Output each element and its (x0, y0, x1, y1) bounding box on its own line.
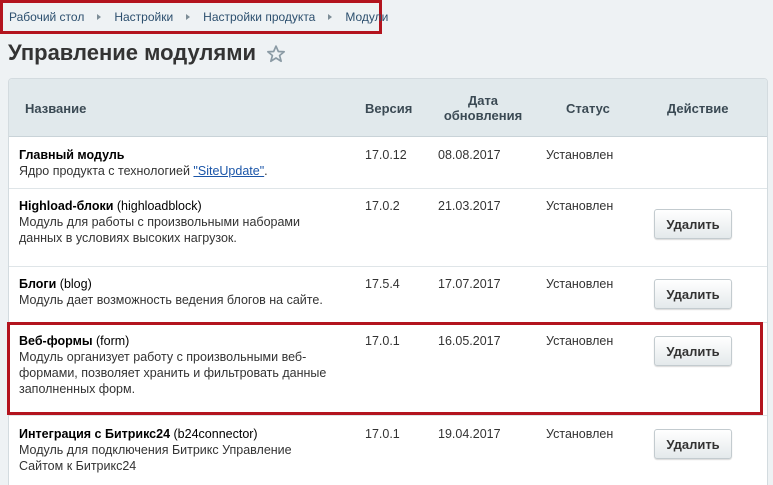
module-version: 17.0.1 (365, 427, 400, 441)
header-version: Версия (365, 100, 413, 116)
module-description-line: заполненных форм. (19, 382, 136, 396)
delete-button[interactable]: Удалить (654, 336, 732, 366)
delete-button[interactable]: Удалить (654, 429, 732, 459)
module-status: Установлен (546, 277, 614, 291)
module-name: Интеграция с Битрикс24 (19, 427, 171, 441)
module-status: Установлен (546, 334, 614, 348)
breadcrumb-product-settings[interactable]: Настройки продукта (203, 10, 315, 24)
module-description-line: Модуль для работы с произвольными набора… (19, 215, 301, 229)
modules-table: Название Версия Дата обновления Статус Д… (8, 78, 768, 485)
page-title-wrap: Управление модулями (8, 40, 286, 66)
module-description: Модуль дает возможность ведения блогов н… (19, 292, 323, 308)
module-description: Модуль организует работу с произвольными… (19, 349, 326, 397)
module-description: Модуль для подключения Битрикс Управлени… (19, 442, 292, 474)
breadcrumb-arrow-icon (328, 14, 333, 20)
module-cell: Главный модуль Ядро продукта с технологи… (19, 148, 268, 179)
module-cell: Highload-блоки (highloadblock) Модуль дл… (19, 199, 300, 246)
header-name: Название (25, 100, 87, 116)
breadcrumb-settings[interactable]: Настройки (114, 10, 173, 24)
table-row: Веб-формы (form) Модуль организует работ… (9, 324, 767, 416)
module-date: 16.05.2017 (438, 334, 501, 348)
module-status: Установлен (546, 427, 614, 441)
module-description-line: Модуль для подключения Битрикс Управлени… (19, 443, 292, 457)
module-code: (highloadblock) (116, 199, 202, 213)
header-date-line1: Дата (467, 93, 499, 108)
module-description-line: Сайтом к Битрикс24 (19, 459, 137, 473)
module-version: 17.0.1 (365, 334, 400, 348)
module-name: Веб-формы (19, 334, 93, 348)
table-header: Название Версия Дата обновления Статус Д… (9, 79, 767, 137)
breadcrumb-arrow-icon (97, 14, 102, 20)
table-row: Highload-блоки (highloadblock) Модуль дл… (9, 189, 767, 267)
module-status: Установлен (546, 148, 614, 162)
module-description-text: Ядро продукта с технологией (19, 164, 194, 178)
module-name: Highload-блоки (19, 199, 114, 213)
module-date: 08.08.2017 (438, 148, 501, 162)
module-version: 17.0.12 (365, 148, 407, 162)
module-cell: Интеграция с Битрикс24 (b24connector) Мо… (19, 427, 292, 474)
module-description-line: Модуль дает возможность ведения блогов н… (19, 293, 323, 307)
breadcrumb-desktop[interactable]: Рабочий стол (9, 10, 84, 24)
table-row: Главный модуль Ядро продукта с технологи… (9, 138, 767, 189)
siteupdate-link[interactable]: "SiteUpdate" (193, 164, 264, 178)
module-code: (blog) (59, 277, 92, 291)
module-cell: Блоги (blog) Модуль дает возможность вед… (19, 277, 323, 308)
breadcrumb: Рабочий стол Настройки Настройки продукт… (0, 0, 388, 34)
module-description: Ядро продукта с технологией "SiteUpdate"… (19, 163, 268, 179)
module-description-line: данных в условиях высоких нагрузок. (19, 231, 237, 245)
page-title: Управление модулями (8, 40, 257, 65)
module-description-line: Модуль организует работу с произвольными… (19, 350, 307, 364)
module-date: 17.07.2017 (438, 277, 501, 291)
favorite-star-icon[interactable] (266, 44, 286, 64)
module-description: Модуль для работы с произвольными набора… (19, 214, 300, 246)
header-status: Статус (566, 100, 610, 116)
module-version: 17.5.4 (365, 277, 400, 291)
module-date: 19.04.2017 (438, 427, 501, 441)
module-description-line: формами, позволяет хранить и фильтровать… (19, 366, 327, 380)
breadcrumb-arrow-icon (186, 14, 191, 20)
delete-button[interactable]: Удалить (654, 209, 732, 239)
header-date: Дата обновления (429, 79, 537, 137)
module-date: 21.03.2017 (438, 199, 501, 213)
module-status: Установлен (546, 199, 614, 213)
table-row: Интеграция с Битрикс24 (b24connector) Мо… (9, 417, 767, 485)
module-cell: Веб-формы (form) Модуль организует работ… (19, 334, 326, 397)
table-row: Блоги (blog) Модуль дает возможность вед… (9, 267, 767, 323)
header-action: Действие (667, 100, 729, 116)
delete-button[interactable]: Удалить (654, 279, 732, 309)
header-date-line2: обновления (443, 108, 523, 123)
breadcrumb-modules[interactable]: Модули (345, 10, 388, 24)
module-name: Блоги (19, 277, 57, 291)
module-code: (form) (95, 334, 130, 348)
module-description-suffix: . (264, 164, 268, 178)
module-version: 17.0.2 (365, 199, 400, 213)
module-code: (b24connector) (173, 427, 258, 441)
module-name: Главный модуль (19, 148, 125, 162)
